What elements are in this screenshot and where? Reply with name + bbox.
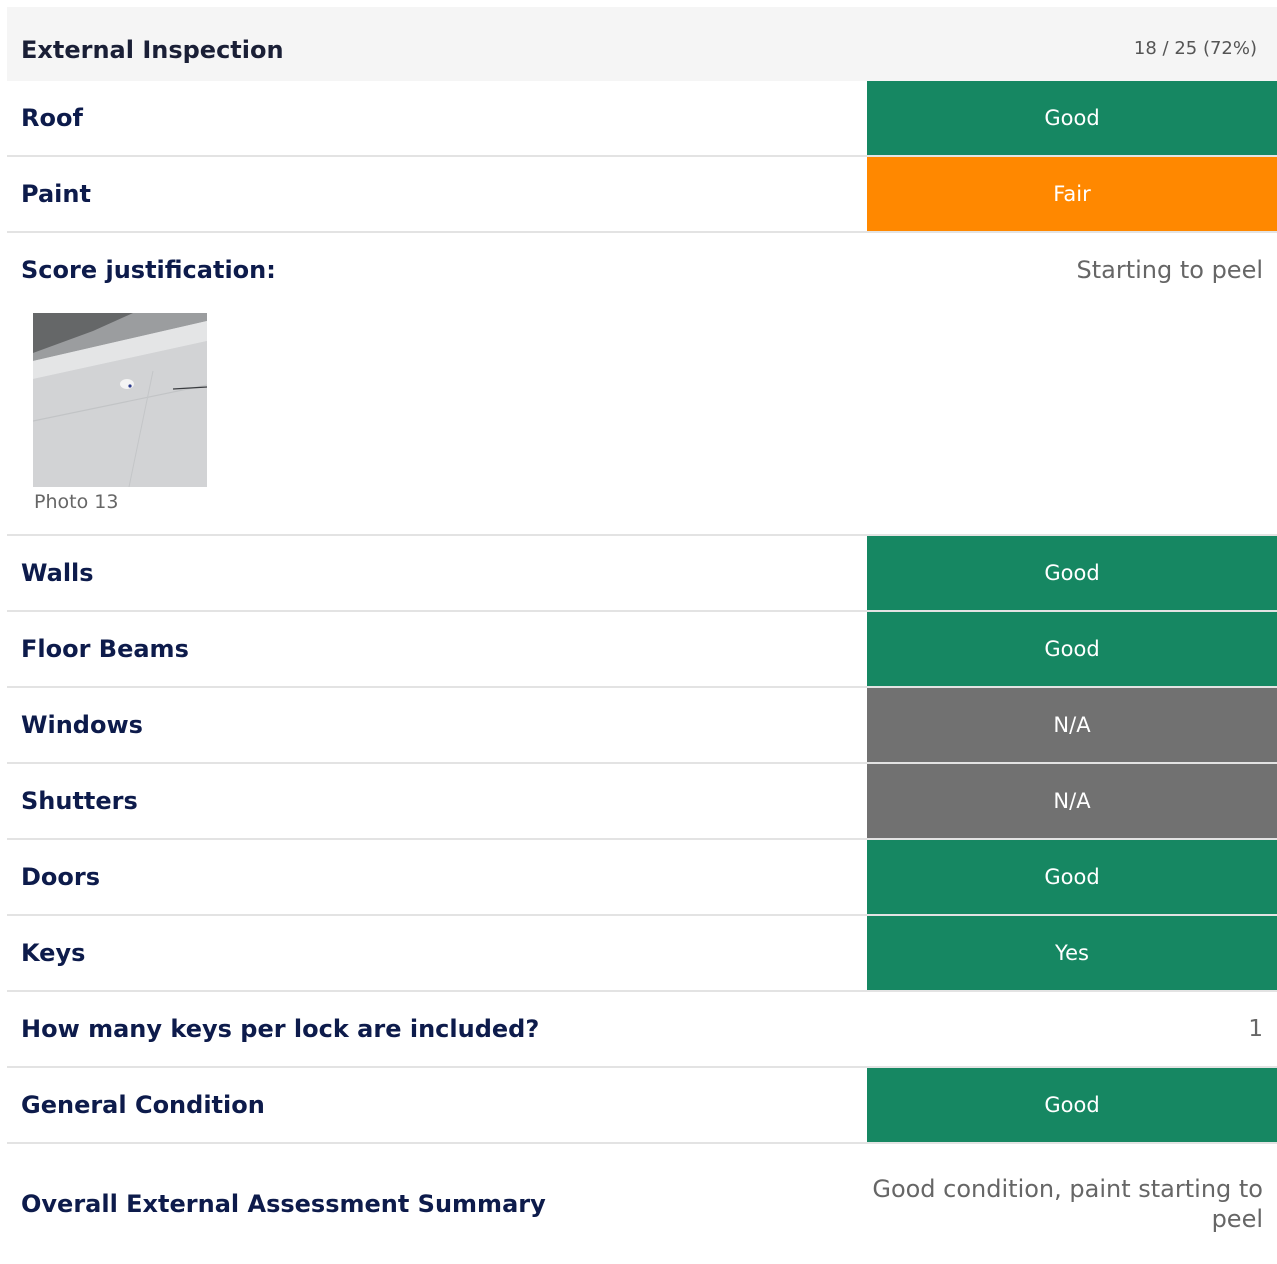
item-label: Paint [21, 180, 91, 208]
item-row-shutters: Shutters N/A [7, 764, 1277, 840]
item-row-windows: Windows N/A [7, 688, 1277, 764]
status-badge: Good [867, 840, 1277, 914]
status-badge: N/A [867, 764, 1277, 838]
item-row-walls: Walls Good [7, 536, 1277, 612]
item-row-keys: Keys Yes [7, 916, 1277, 992]
item-label: Walls [21, 559, 94, 587]
item-label: Floor Beams [21, 635, 189, 663]
item-row-doors: Doors Good [7, 840, 1277, 916]
status-badge: Good [867, 1068, 1277, 1142]
item-row-paint: Paint Fair [7, 157, 1277, 233]
item-row-keys-per-lock: How many keys per lock are included? 1 [7, 992, 1277, 1068]
summary-label: Overall External Assessment Summary [21, 1190, 546, 1218]
photo-caption: Photo 13 [34, 491, 119, 513]
item-label: How many keys per lock are included? [21, 1015, 540, 1043]
item-label: Keys [21, 939, 86, 967]
status-badge: Good [867, 612, 1277, 686]
item-row-roof: Roof Good [7, 81, 1277, 157]
section-score: 18 / 25 (72%) [1133, 38, 1257, 59]
status-badge: Yes [867, 916, 1277, 990]
item-row-general-condition: General Condition Good [7, 1068, 1277, 1144]
item-row-floor-beams: Floor Beams Good [7, 612, 1277, 688]
item-label: General Condition [21, 1091, 265, 1119]
status-badge: Fair [867, 157, 1277, 231]
item-label: Roof [21, 104, 83, 132]
section-title: External Inspection [21, 36, 284, 64]
summary-value: Good condition, paint starting to peel [872, 1175, 1263, 1233]
status-badge: Good [867, 536, 1277, 610]
justification-value: Starting to peel [1076, 256, 1263, 284]
item-label: Windows [21, 711, 143, 739]
photo-image [33, 313, 207, 487]
item-label: Shutters [21, 787, 138, 815]
status-badge: N/A [867, 688, 1277, 762]
summary-row: Overall External Assessment Summary Good… [7, 1144, 1277, 1244]
status-badge: Good [867, 81, 1277, 155]
inspection-section: External Inspection 18 / 25 (72%) Roof G… [7, 7, 1277, 1244]
photo-thumbnail[interactable] [33, 313, 207, 487]
justification-label: Score justification: [21, 256, 276, 284]
item-value: 1 [1248, 1016, 1263, 1042]
item-label: Doors [21, 863, 101, 891]
section-header[interactable]: External Inspection 18 / 25 (72%) [7, 7, 1277, 81]
score-justification: Score justification: Starting to peel Ph… [7, 233, 1277, 536]
